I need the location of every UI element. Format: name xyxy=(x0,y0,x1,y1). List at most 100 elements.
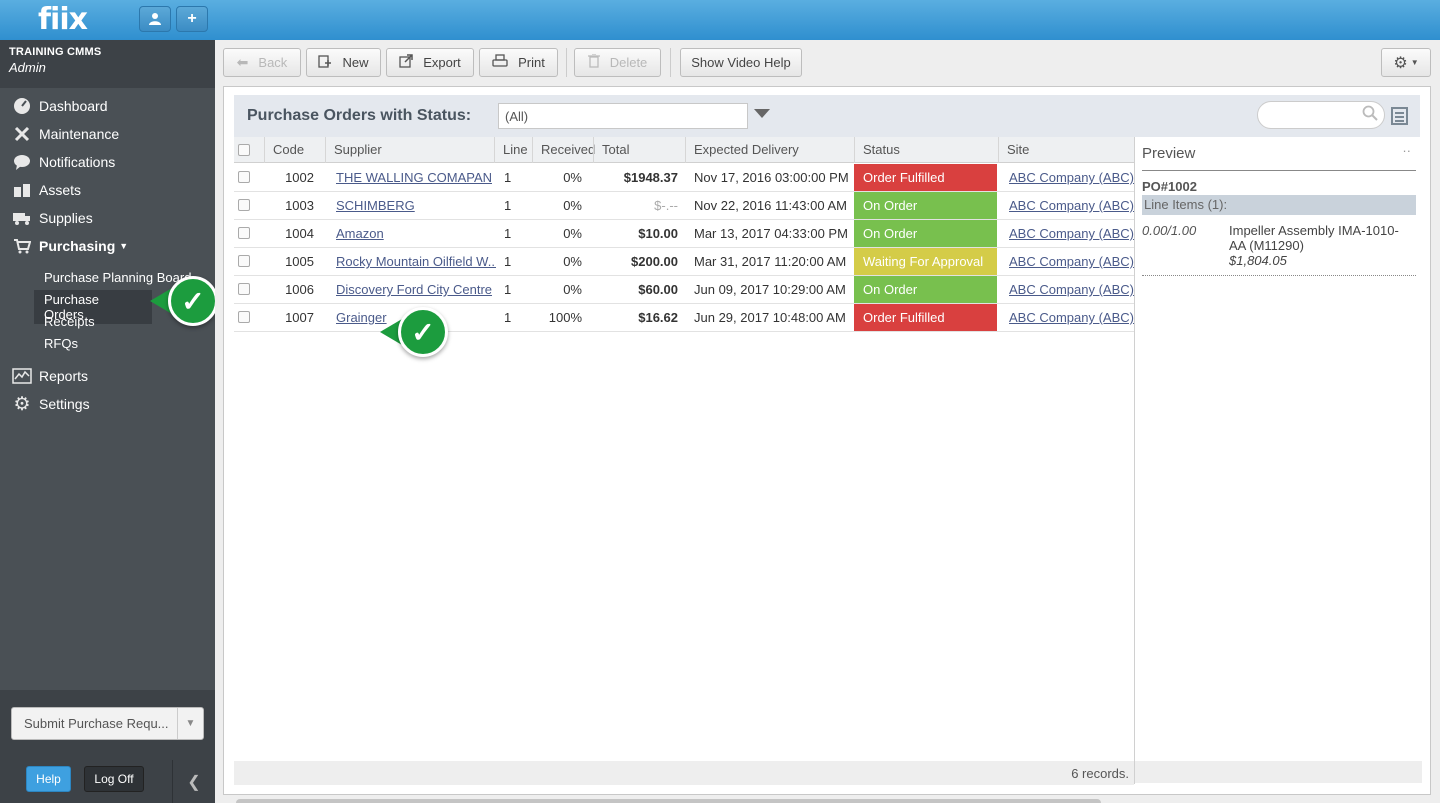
row-checkbox[interactable] xyxy=(238,255,250,267)
cell-line: 1 xyxy=(504,226,512,241)
table-row[interactable]: 1005 Rocky Mountain Oilfield W... 1 0% $… xyxy=(234,248,1134,276)
cell-supplier-link[interactable]: Rocky Mountain Oilfield W... xyxy=(336,248,496,275)
cell-expected-delivery: Nov 17, 2016 03:00:00 PM xyxy=(694,170,849,185)
collapse-sidebar-icon[interactable]: ❮ xyxy=(172,760,215,803)
user-icon[interactable] xyxy=(139,6,171,32)
col-header-total[interactable]: Total xyxy=(593,137,685,163)
back-label: Back xyxy=(258,55,288,70)
delete-button[interactable]: Delete xyxy=(574,48,661,77)
print-label: Print xyxy=(518,55,545,70)
cell-total: $1948.37 xyxy=(623,170,678,185)
list-view-icon[interactable] xyxy=(1391,107,1408,125)
new-button[interactable]: New xyxy=(306,48,381,77)
cell-received: 0% xyxy=(563,170,582,185)
export-button[interactable]: Export xyxy=(386,48,474,77)
export-icon xyxy=(399,54,413,71)
nav-notifications[interactable]: Notifications xyxy=(11,151,115,173)
nav-dashboard[interactable]: Dashboard xyxy=(11,95,108,117)
truck-icon xyxy=(11,208,33,228)
sidebar-bottom: Submit Purchase Requ... ▼ Help Log Off ❮ xyxy=(0,690,215,803)
cell-site-link[interactable]: ABC Company (ABC) xyxy=(1009,248,1134,275)
cell-code: 1005 xyxy=(285,254,314,269)
nav-reports[interactable]: Reports xyxy=(11,365,88,387)
submit-purchase-request-button[interactable]: Submit Purchase Requ... ▼ xyxy=(11,707,204,740)
table-row[interactable]: 1004 Amazon 1 0% $10.00 Mar 13, 2017 04:… xyxy=(234,220,1134,248)
back-button[interactable]: ⬅ Back xyxy=(223,48,301,77)
help-button[interactable]: Help xyxy=(26,766,71,792)
table-row[interactable]: 1006 Discovery Ford City Centre 1 0% $60… xyxy=(234,276,1134,304)
cell-received: 0% xyxy=(563,226,582,241)
settings-menu-button[interactable]: ⚙ ▼ xyxy=(1381,48,1431,77)
table-footer: 6 records. xyxy=(234,761,1134,785)
row-checkbox[interactable] xyxy=(238,199,250,211)
col-header-line[interactable]: Line xyxy=(494,137,532,163)
nav-purchasing[interactable]: Purchasing ▼ xyxy=(11,235,128,257)
dropdown-arrow-icon[interactable] xyxy=(754,109,770,118)
cell-code: 1006 xyxy=(285,282,314,297)
nav-assets-label: Assets xyxy=(39,182,82,198)
select-all-checkbox[interactable] xyxy=(238,144,250,156)
records-count: 6 records. xyxy=(1071,766,1129,781)
log-off-button[interactable]: Log Off xyxy=(84,766,144,792)
col-header-expected-delivery[interactable]: Expected Delivery xyxy=(685,137,855,163)
table-row[interactable]: 1003 SCHIMBERG 1 0% $-.-- Nov 22, 2016 1… xyxy=(234,192,1134,220)
col-header-status[interactable]: Status xyxy=(854,137,999,163)
dashboard-icon xyxy=(11,96,33,116)
horizontal-scrollbar[interactable] xyxy=(236,799,1101,803)
sidebar-item-rfqs[interactable]: RFQs xyxy=(44,336,78,351)
cell-supplier-link[interactable]: THE WALLING COMAPANY xyxy=(336,164,492,191)
print-button[interactable]: Print xyxy=(479,48,558,77)
col-header-received[interactable]: Received xyxy=(532,137,595,163)
cell-supplier-link[interactable]: SCHIMBERG xyxy=(336,192,492,219)
table-row[interactable]: 1007 Grainger 1 100% $16.62 Jun 29, 2017… xyxy=(234,304,1134,332)
row-checkbox[interactable] xyxy=(238,311,250,323)
tools-icon xyxy=(11,124,33,144)
submit-purchase-request-label: Submit Purchase Requ... xyxy=(24,716,169,731)
status-badge: Order Fulfilled xyxy=(854,304,997,331)
row-checkbox[interactable] xyxy=(238,171,250,183)
cell-code: 1003 xyxy=(285,198,314,213)
search-input[interactable] xyxy=(1257,101,1385,129)
delete-label: Delete xyxy=(609,55,648,70)
check-marker-grainger: ✓ xyxy=(380,307,450,357)
cell-received: 0% xyxy=(563,282,582,297)
line-item-price: $1,804.05 xyxy=(1229,253,1287,268)
nav-settings[interactable]: ⚙ Settings xyxy=(11,393,89,415)
cell-site-link[interactable]: ABC Company (ABC) xyxy=(1009,192,1134,219)
sidebar-item-receipts[interactable]: Receipts xyxy=(44,314,95,329)
show-video-help-button[interactable]: Show Video Help xyxy=(680,48,802,77)
checkmark-icon: ✓ xyxy=(168,276,218,326)
new-label: New xyxy=(342,55,369,70)
cell-total: $10.00 xyxy=(638,226,678,241)
status-badge: Order Fulfilled xyxy=(854,164,997,191)
cell-supplier-link[interactable]: Discovery Ford City Centre xyxy=(336,276,492,303)
cell-received: 0% xyxy=(563,198,582,213)
preview-options-icon[interactable]: ·· xyxy=(1402,143,1411,158)
table-row[interactable]: 1002 THE WALLING COMAPANY 1 0% $1948.37 … xyxy=(234,164,1134,192)
cell-supplier-link[interactable]: Amazon xyxy=(336,220,492,247)
plus-icon[interactable]: + xyxy=(176,6,208,32)
cell-expected-delivery: Mar 31, 2017 11:20:00 AM xyxy=(694,254,847,269)
status-filter-select[interactable]: (All) xyxy=(498,103,748,129)
new-document-icon xyxy=(318,54,332,71)
nav-maintenance[interactable]: Maintenance xyxy=(11,123,119,145)
cell-site-link[interactable]: ABC Company (ABC) xyxy=(1009,304,1134,331)
gear-icon: ⚙ xyxy=(1393,54,1408,72)
nav-assets[interactable]: Assets xyxy=(11,179,81,201)
gear-icon: ⚙ xyxy=(13,393,31,415)
row-checkbox[interactable] xyxy=(238,283,250,295)
col-header-site[interactable]: Site xyxy=(998,137,1134,163)
chevron-down-icon: ▼ xyxy=(119,241,129,251)
col-header-code[interactable]: Code xyxy=(264,137,324,163)
nav-supplies[interactable]: Supplies xyxy=(11,207,93,229)
chevron-down-icon[interactable]: ▼ xyxy=(177,708,203,739)
po-number: PO#1002 xyxy=(1142,179,1197,194)
cell-site-link[interactable]: ABC Company (ABC) xyxy=(1009,276,1134,303)
col-header-supplier[interactable]: Supplier xyxy=(325,137,495,163)
cell-site-link[interactable]: ABC Company (ABC) xyxy=(1009,220,1134,247)
cell-site-link[interactable]: ABC Company (ABC) xyxy=(1009,164,1134,191)
status-badge: On Order xyxy=(854,276,997,303)
fiix-logo[interactable]: fiix xyxy=(38,2,88,37)
row-checkbox[interactable] xyxy=(238,227,250,239)
toolbar-divider xyxy=(670,48,671,77)
